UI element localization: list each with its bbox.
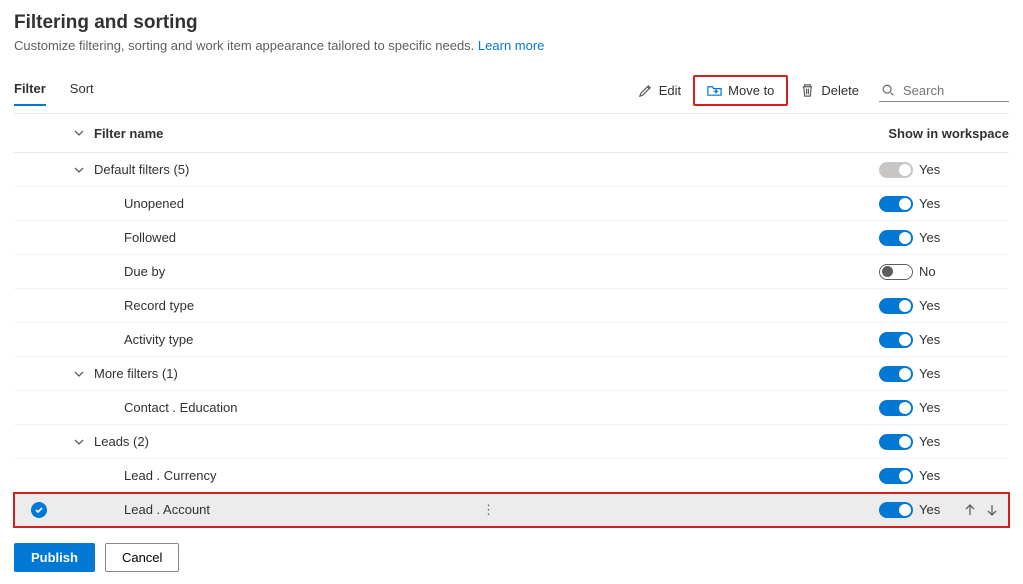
- table-body: Default filters (5)YesUnopenedYesFollowe…: [14, 153, 1009, 527]
- row-label: Activity type: [94, 332, 479, 347]
- column-show-in-workspace[interactable]: Show in workspace: [853, 126, 1009, 141]
- toggle-label: Yes: [913, 434, 953, 449]
- search-input-wrap[interactable]: [879, 80, 1009, 102]
- group-row[interactable]: More filters (1) Yes: [14, 357, 1009, 391]
- tab-filter[interactable]: Filter: [14, 75, 46, 106]
- toggle-label: Yes: [913, 230, 953, 245]
- row-label: More filters (1): [94, 366, 464, 381]
- row-label: Lead . Account: [94, 502, 479, 517]
- row-label: Record type: [94, 298, 479, 313]
- row-label: Due by: [94, 264, 479, 279]
- toggle-label: Yes: [913, 332, 953, 347]
- row-label: Leads (2): [94, 434, 464, 449]
- move-to-label: Move to: [728, 83, 774, 98]
- tabs: Filter Sort: [14, 75, 94, 106]
- show-in-workspace-toggle[interactable]: [879, 502, 913, 518]
- group-row[interactable]: Leads (2) Yes: [14, 425, 1009, 459]
- filter-row[interactable]: Lead . Currency Yes: [14, 459, 1009, 493]
- folder-move-icon: [707, 83, 722, 98]
- footer: Publish Cancel: [14, 543, 1009, 572]
- move-to-button[interactable]: Move to: [699, 79, 782, 102]
- cancel-button[interactable]: Cancel: [105, 543, 179, 572]
- chevron-down-icon[interactable]: [73, 127, 85, 139]
- show-in-workspace-toggle: [879, 162, 913, 178]
- learn-more-link[interactable]: Learn more: [478, 38, 544, 53]
- move-up-icon[interactable]: [963, 503, 977, 517]
- show-in-workspace-toggle[interactable]: [879, 366, 913, 382]
- show-in-workspace-toggle[interactable]: [879, 400, 913, 416]
- toolbar: Edit Move to Delete: [630, 75, 1009, 106]
- show-in-workspace-toggle[interactable]: [879, 230, 913, 246]
- toggle-label: Yes: [913, 502, 953, 517]
- chevron-down-icon[interactable]: [73, 368, 85, 380]
- filter-row[interactable]: Followed Yes: [14, 221, 1009, 255]
- show-in-workspace-toggle[interactable]: [879, 298, 913, 314]
- selected-check-icon: [31, 502, 47, 518]
- toggle-label: Yes: [913, 400, 953, 415]
- row-label: Unopened: [94, 196, 479, 211]
- table-header: Filter name Show in workspace: [14, 113, 1009, 153]
- delete-button[interactable]: Delete: [792, 79, 867, 102]
- row-label: Default filters (5): [94, 162, 464, 177]
- page-subtitle: Customize filtering, sorting and work it…: [14, 38, 1009, 53]
- group-row[interactable]: Default filters (5) Yes: [14, 153, 1009, 187]
- toggle-label: Yes: [913, 298, 953, 313]
- toggle-label: No: [913, 264, 953, 279]
- filter-row[interactable]: Lead . Account⋮ Yes: [14, 493, 1009, 527]
- subtitle-text: Customize filtering, sorting and work it…: [14, 38, 474, 53]
- show-in-workspace-toggle[interactable]: [879, 468, 913, 484]
- search-input[interactable]: [901, 82, 1001, 99]
- trash-icon: [800, 83, 815, 98]
- tab-sort[interactable]: Sort: [70, 75, 94, 106]
- show-in-workspace-toggle[interactable]: [879, 196, 913, 212]
- move-to-highlight: Move to: [693, 75, 788, 106]
- move-down-icon[interactable]: [985, 503, 999, 517]
- edit-button[interactable]: Edit: [630, 79, 689, 102]
- toggle-label: Yes: [913, 196, 953, 211]
- show-in-workspace-toggle[interactable]: [879, 264, 913, 280]
- show-in-workspace-toggle[interactable]: [879, 332, 913, 348]
- delete-label: Delete: [821, 83, 859, 98]
- search-icon: [881, 83, 895, 97]
- toggle-label: Yes: [913, 366, 953, 381]
- column-filter-name[interactable]: Filter name: [94, 126, 853, 141]
- row-label: Lead . Currency: [94, 468, 479, 483]
- chevron-down-icon[interactable]: [73, 164, 85, 176]
- publish-button[interactable]: Publish: [14, 543, 95, 572]
- filter-row[interactable]: Record type Yes: [14, 289, 1009, 323]
- row-label: Followed: [94, 230, 479, 245]
- show-in-workspace-toggle[interactable]: [879, 434, 913, 450]
- toggle-label: Yes: [913, 162, 953, 177]
- pencil-icon: [638, 83, 653, 98]
- filter-row[interactable]: Contact . Education Yes: [14, 391, 1009, 425]
- filter-row[interactable]: Due by No: [14, 255, 1009, 289]
- row-label: Contact . Education: [94, 400, 479, 415]
- chevron-down-icon[interactable]: [73, 436, 85, 448]
- row-more-icon[interactable]: ⋮: [479, 502, 499, 518]
- edit-label: Edit: [659, 83, 681, 98]
- filter-row[interactable]: Activity type Yes: [14, 323, 1009, 357]
- filter-row[interactable]: Unopened Yes: [14, 187, 1009, 221]
- page-title: Filtering and sorting: [14, 12, 1009, 34]
- toggle-label: Yes: [913, 468, 953, 483]
